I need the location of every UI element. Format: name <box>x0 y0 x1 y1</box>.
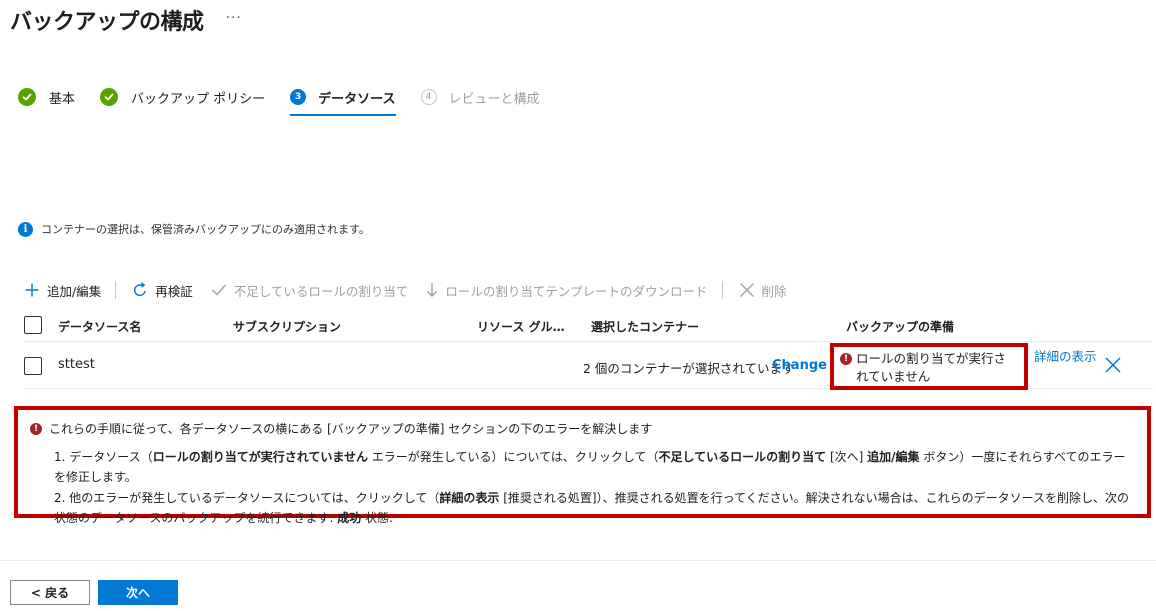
row-checkbox[interactable] <box>24 357 42 375</box>
instruction-text: 状態. <box>361 511 393 525</box>
close-icon <box>739 282 755 298</box>
readiness-error-text: ロールの割り当てが実行されていません <box>856 351 1007 384</box>
footer-divider <box>0 560 1156 561</box>
instruction-bold: 詳細の表示 <box>439 491 500 505</box>
toolbar-divider <box>721 281 723 299</box>
column-header-selected-container[interactable]: 選択したコンテナー <box>591 318 699 335</box>
page-title: バックアップの構成 <box>10 10 204 35</box>
column-header-backup-readiness[interactable]: バックアップの準備 <box>846 318 954 335</box>
download-arrow-icon <box>426 282 438 298</box>
refresh-icon <box>132 282 148 298</box>
datasource-name: sttest <box>58 357 95 372</box>
checkmark-icon <box>211 283 227 297</box>
command-bar: 追加/編集 再検証 不足しているロールの割り当て ロールの割り当てテンプレートの… <box>24 279 805 301</box>
instruction-bold: 追加/編集 <box>867 450 920 464</box>
step-label: バックアップ ポリシー <box>131 91 266 107</box>
download-role-template-button[interactable]: ロールの割り当てテンプレートのダウンロード <box>426 281 708 300</box>
download-role-template-label: ロールの割り当てテンプレートのダウンロード <box>445 283 708 299</box>
info-text: コンテナーの選択は、保管済みバックアップにのみ適用されます。 <box>41 223 370 236</box>
tab-backup-policy[interactable]: バックアップ ポリシー <box>100 85 265 109</box>
add-edit-button[interactable]: 追加/編集 <box>24 281 101 300</box>
add-edit-label: 追加/編集 <box>47 283 102 299</box>
step-label: データソース <box>318 91 396 107</box>
select-all-checkbox[interactable] <box>24 316 42 334</box>
next-button[interactable]: 次へ <box>98 580 178 605</box>
close-icon <box>1105 357 1121 373</box>
column-header-resource-group[interactable]: リソース グル… <box>477 318 565 335</box>
step-label: 基本 <box>49 91 76 107</box>
remove-row-button[interactable] <box>1104 356 1122 378</box>
tab-basics[interactable]: 基本 <box>18 85 75 109</box>
assign-missing-roles-button[interactable]: 不足しているロールの割り当て <box>211 281 409 300</box>
instruction-text: データソース（ <box>69 450 153 464</box>
table-row[interactable]: sttest 2 個のコンテナーが選択されています Change ! ロールの割… <box>24 342 1154 390</box>
tab-datasources[interactable]: 3 データソース <box>290 85 396 116</box>
checkmark-icon <box>100 88 119 106</box>
revalidate-label: 再検証 <box>155 283 193 299</box>
change-container-link[interactable]: Change <box>772 358 827 373</box>
table-header: データソース名 サブスクリプション リソース グル… 選択したコンテナー バック… <box>24 314 1154 342</box>
error-resolution-instructions: ! これらの手順に従って、各データソースの横にある [バックアップの準備] セク… <box>14 406 1151 525</box>
instruction-text: エラーが発生している）については、クリックして（ <box>367 450 659 464</box>
instruction-text: 他のエラーが発生しているデータソースについては、クリックして（ <box>69 491 440 505</box>
error-icon: ! <box>840 353 852 365</box>
page-header: バックアップの構成 ··· <box>10 2 242 38</box>
info-icon: i <box>18 221 33 237</box>
more-options-button[interactable]: ··· <box>226 10 242 26</box>
info-message: i コンテナーの選択は、保管済みバックアップにのみ適用されます。 <box>18 221 370 237</box>
delete-button[interactable]: 削除 <box>739 281 787 300</box>
instructions-heading: ! これらの手順に従って、各データソースの横にある [バックアップの準備] セク… <box>30 420 1135 437</box>
wizard-stepper: 基本 バックアップ ポリシー 3 データソース 4 レビューと構成 <box>18 85 565 116</box>
backup-readiness-error: ! ロールの割り当てが実行されていません <box>830 343 1028 390</box>
instruction-bold: ロールの割り当てが実行されていません <box>152 450 368 464</box>
column-header-subscription[interactable]: サブスクリプション <box>233 318 341 335</box>
error-icon: ! <box>30 422 42 435</box>
column-header-datasource-name[interactable]: データソース名 <box>58 318 141 335</box>
view-details-link[interactable]: 詳細の表示 <box>1034 348 1098 366</box>
step-number: 4 <box>420 89 437 105</box>
instructions-heading-text: これらの手順に従って、各データソースの横にある [バックアップの準備] セクショ… <box>49 422 653 436</box>
plus-icon <box>24 282 40 298</box>
selected-container-text: 2 個のコンテナーが選択されています <box>583 361 795 376</box>
back-button[interactable]: < 戻る <box>10 580 90 605</box>
instructions-list: 1. データソース（ロールの割り当てが実行されていません エラーが発生している）… <box>30 447 1135 528</box>
list-number: 1. <box>54 450 66 464</box>
list-item: 2. 他のエラーが発生しているデータソースについては、クリックして（詳細の表示 … <box>54 488 1135 528</box>
list-item: 1. データソース（ロールの割り当てが実行されていません エラーが発生している）… <box>54 447 1135 487</box>
checkmark-icon <box>18 88 36 106</box>
instruction-bold: 不足しているロールの割り当て <box>658 450 827 464</box>
toolbar-divider <box>115 281 117 299</box>
assign-missing-roles-label: 不足しているロールの割り当て <box>233 283 409 299</box>
tab-review-configure[interactable]: 4 レビューと構成 <box>420 85 540 109</box>
instruction-bold: 成功 <box>337 511 362 525</box>
step-number: 3 <box>290 89 307 105</box>
step-label: レビューと構成 <box>448 91 540 107</box>
revalidate-button[interactable]: 再検証 <box>132 281 193 300</box>
instruction-text: [次へ] <box>826 450 868 464</box>
delete-label: 削除 <box>761 283 787 299</box>
list-number: 2. <box>54 491 66 505</box>
